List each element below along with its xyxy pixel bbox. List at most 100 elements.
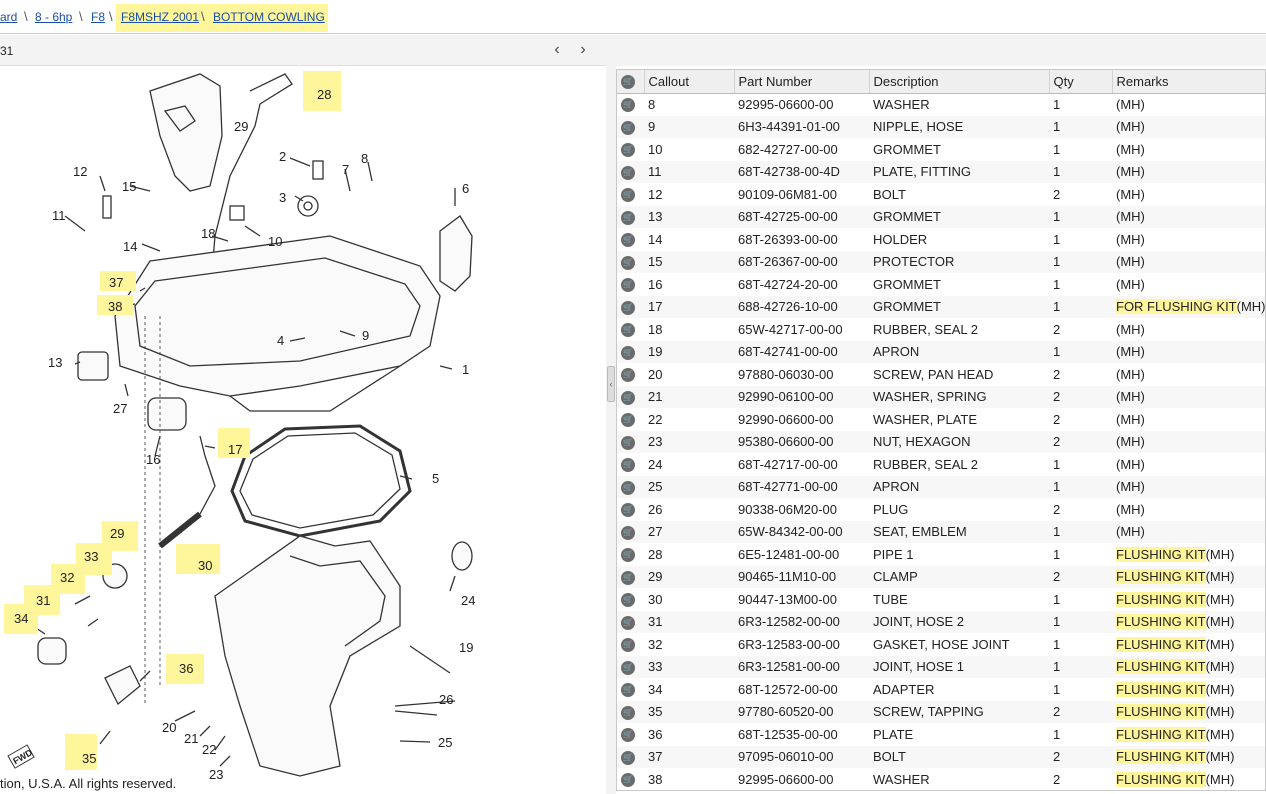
- table-row[interactable]: 🛒 15 68T-26367-00-00 PROTECTOR 1 (MH): [617, 250, 1265, 273]
- add-to-cart-icon[interactable]: 🛒: [621, 413, 635, 428]
- add-to-cart-icon[interactable]: 🛒: [621, 525, 635, 540]
- diagram-callout[interactable]: 9: [362, 328, 369, 343]
- add-to-cart-icon[interactable]: 🛒: [621, 390, 635, 405]
- table-row[interactable]: 🛒 23 95380-06600-00 NUT, HEXAGON 2 (MH): [617, 430, 1265, 453]
- add-to-cart-icon[interactable]: 🛒: [621, 165, 635, 180]
- table-row[interactable]: 🛒 11 68T-42738-00-4D PLATE, FITTING 1 (MH): [617, 160, 1265, 183]
- add-to-cart-icon[interactable]: 🛒: [621, 233, 635, 248]
- add-to-cart-icon[interactable]: 🛒: [621, 255, 635, 270]
- column-header-part-number[interactable]: Part Number: [734, 70, 870, 94]
- breadcrumb-item-section[interactable]: BOTTOM COWLING: [213, 10, 325, 24]
- add-to-cart-icon[interactable]: 🛒: [621, 210, 635, 225]
- diagram-callout[interactable]: 10: [268, 234, 282, 249]
- add-to-cart-icon[interactable]: 🛒: [621, 323, 635, 338]
- panel-splitter[interactable]: ‹: [606, 66, 616, 794]
- diagram-callout[interactable]: 5: [432, 471, 439, 486]
- table-row[interactable]: 🛒 28 6E5-12481-00-00 PIPE 1 1 FLUSHING KIT(MH…: [617, 543, 1265, 566]
- add-to-cart-icon[interactable]: 🛒: [621, 728, 635, 743]
- table-row[interactable]: 🛒 10 682-42727-00-00 GROMMET 1 (MH): [617, 138, 1265, 161]
- breadcrumb-item-variant[interactable]: F8MSHZ 2001: [121, 10, 199, 24]
- diagram-callout[interactable]: 16: [146, 452, 160, 467]
- table-row[interactable]: 🛒 22 92990-06600-00 WASHER, PLATE 2 (MH): [617, 408, 1265, 431]
- table-row[interactable]: 🛒 9 6H3-44391-01-00 NIPPLE, HOSE 1 (MH): [617, 115, 1265, 138]
- table-row[interactable]: 🛒 26 90338-06M20-00 PLUG 2 (MH): [617, 498, 1265, 521]
- diagram-callout[interactable]: 25: [438, 735, 452, 750]
- table-row[interactable]: 🛒 25 68T-42771-00-00 APRON 1 (MH): [617, 475, 1265, 498]
- table-row[interactable]: 🛒 30 90447-13M00-00 TUBE 1 FLUSHING KIT(MH): [617, 588, 1265, 611]
- table-row[interactable]: 🛒 20 97880-06030-00 SCREW, PAN HEAD 2 (MH): [617, 363, 1265, 386]
- add-to-cart-icon[interactable]: 🛒: [621, 548, 635, 563]
- table-row[interactable]: 🛒 33 6R3-12581-00-00 JOINT, HOSE 1 1 FLUSHING…: [617, 655, 1265, 678]
- diagram-callout[interactable]: 34: [14, 611, 28, 626]
- add-to-cart-icon[interactable]: 🛒: [621, 98, 635, 113]
- diagram-callout[interactable]: 22: [202, 742, 216, 757]
- table-row[interactable]: 🛒 12 90109-06M81-00 BOLT 2 (MH): [617, 183, 1265, 206]
- table-row[interactable]: 🛒 38 92995-06600-00 WASHER 2 FLUSHING KIT(MH): [617, 768, 1265, 790]
- diagram-callout[interactable]: 4: [277, 333, 284, 348]
- diagram-callout[interactable]: 11: [52, 208, 66, 223]
- diagram-callout[interactable]: 36: [179, 661, 193, 676]
- breadcrumb-item-board[interactable]: ard: [0, 10, 17, 24]
- add-to-cart-icon[interactable]: 🛒: [621, 570, 635, 585]
- add-to-cart-icon[interactable]: 🛒: [621, 615, 635, 630]
- diagram-callout[interactable]: 2: [279, 149, 286, 164]
- diagram-callout[interactable]: 27: [113, 401, 127, 416]
- add-to-cart-icon[interactable]: 🛒: [621, 750, 635, 765]
- table-row[interactable]: 🛒 29 90465-11M10-00 CLAMP 2 FLUSHING KIT(MH): [617, 565, 1265, 588]
- diagram-callout[interactable]: 26: [439, 692, 453, 707]
- add-to-cart-icon[interactable]: 🛒: [621, 278, 635, 293]
- diagram-callout[interactable]: 17: [228, 442, 242, 457]
- diagram-callout[interactable]: 37: [109, 275, 123, 290]
- column-header-description[interactable]: Description: [869, 70, 1050, 94]
- diagram-callout[interactable]: 19: [459, 640, 473, 655]
- add-to-cart-icon[interactable]: 🛒: [621, 660, 635, 675]
- parts-diagram[interactable]: 28 29 2 7 8 6 12 15 3 11 18 10 14 37 38 …: [0, 66, 606, 794]
- table-row[interactable]: 🛒 31 6R3-12582-00-00 JOINT, HOSE 2 1 FLUSHING…: [617, 610, 1265, 633]
- diagram-callout[interactable]: 35: [82, 751, 96, 766]
- diagram-callout[interactable]: 7: [342, 162, 349, 177]
- table-row[interactable]: 🛒 37 97095-06010-00 BOLT 2 FLUSHING KIT(MH): [617, 745, 1265, 768]
- add-to-cart-icon[interactable]: 🛒: [621, 593, 635, 608]
- diagram-callout[interactable]: 14: [123, 239, 137, 254]
- table-row[interactable]: 🛒 17 688-42726-10-00 GROMMET 1 FOR FLUSHING K…: [617, 295, 1265, 318]
- add-to-cart-icon[interactable]: 🛒: [621, 773, 635, 788]
- diagram-callout[interactable]: 32: [60, 570, 74, 585]
- table-row[interactable]: 🛒 21 92990-06100-00 WASHER, SPRING 2 (MH): [617, 385, 1265, 408]
- diagram-callout[interactable]: 21: [184, 731, 198, 746]
- column-header-remarks[interactable]: Remarks: [1112, 70, 1265, 94]
- breadcrumb-item-model[interactable]: F8: [91, 10, 105, 24]
- table-row[interactable]: 🛒 18 65W-42717-00-00 RUBBER, SEAL 2 2 (MH): [617, 318, 1265, 341]
- diagram-callout[interactable]: 1: [462, 362, 469, 377]
- table-row[interactable]: 🛒 36 68T-12535-00-00 PLATE 1 FLUSHING KIT(MH): [617, 723, 1265, 746]
- diagram-callout[interactable]: 15: [122, 179, 136, 194]
- table-row[interactable]: 🛒 34 68T-12572-00-00 ADAPTER 1 FLUSHING KIT(M…: [617, 678, 1265, 701]
- add-to-cart-icon[interactable]: 🛒: [621, 143, 635, 158]
- breadcrumb-item-hp-range[interactable]: 8 - 6hp: [35, 10, 72, 24]
- add-to-cart-icon[interactable]: 🛒: [621, 300, 635, 315]
- diagram-callout[interactable]: 28: [317, 87, 331, 102]
- diagram-callout[interactable]: 29: [110, 526, 124, 541]
- chevron-right-icon[interactable]: ›: [575, 41, 591, 59]
- table-row[interactable]: 🛒 19 68T-42741-00-00 APRON 1 (MH): [617, 340, 1265, 363]
- diagram-callout[interactable]: 31: [36, 593, 50, 608]
- table-row[interactable]: 🛒 24 68T-42717-00-00 RUBBER, SEAL 2 1 (MH): [617, 453, 1265, 476]
- column-header-callout[interactable]: Callout: [644, 70, 735, 94]
- add-to-cart-icon[interactable]: 🛒: [621, 458, 635, 473]
- table-row[interactable]: 🛒 13 68T-42725-00-00 GROMMET 1 (MH): [617, 205, 1265, 228]
- table-row[interactable]: 🛒 8 92995-06600-00 WASHER 1 (MH): [617, 93, 1265, 116]
- diagram-callout[interactable]: 33: [84, 549, 98, 564]
- diagram-callout[interactable]: 20: [162, 720, 176, 735]
- collapse-arrow-icon[interactable]: ‹: [607, 366, 615, 402]
- diagram-callout[interactable]: 24: [461, 593, 475, 608]
- diagram-callout[interactable]: 18: [201, 226, 215, 241]
- add-to-cart-icon[interactable]: 🛒: [621, 705, 635, 720]
- add-to-cart-icon[interactable]: 🛒: [621, 120, 635, 135]
- table-row[interactable]: 🛒 16 68T-42724-20-00 GROMMET 1 (MH): [617, 273, 1265, 296]
- add-to-cart-icon[interactable]: 🛒: [621, 503, 635, 518]
- diagram-callout[interactable]: 38: [108, 299, 122, 314]
- add-to-cart-icon[interactable]: 🛒: [621, 435, 635, 450]
- column-header-qty[interactable]: Qty: [1049, 70, 1113, 94]
- diagram-callout[interactable]: 23: [209, 767, 223, 782]
- diagram-callout[interactable]: 13: [48, 355, 62, 370]
- add-to-cart-icon[interactable]: 🛒: [621, 345, 635, 360]
